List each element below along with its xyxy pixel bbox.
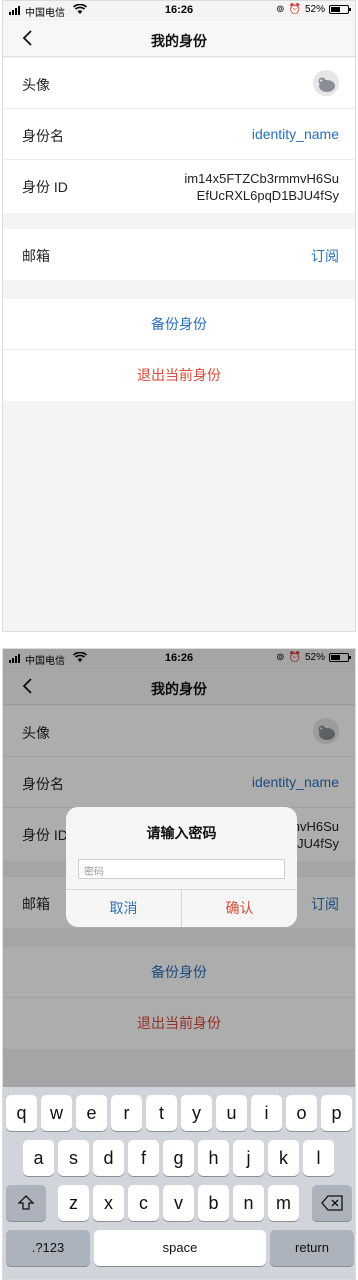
keyboard: q w e r t y u i o p a s d f g h j k l z … [3,1087,355,1279]
key-l[interactable]: l [303,1140,334,1176]
profile-screen: 中国电信 16:26 ⊚ ⏰ 52% 我的身份 头像 身份名 identity_… [2,0,356,632]
key-s[interactable]: s [58,1140,89,1176]
avatar-icon [313,70,339,96]
key-g[interactable]: g [163,1140,194,1176]
identity-name-value[interactable]: identity_name [252,126,339,142]
key-z[interactable]: z [58,1185,89,1221]
space-key[interactable]: space [94,1230,266,1266]
shift-key[interactable] [6,1185,46,1221]
shift-icon [17,1195,35,1210]
dialog-title: 请输入密码 [146,825,217,841]
backup-identity-button[interactable]: 备份身份 [3,299,355,350]
identity-id-row: 身份 ID im14x5FTZCb3rmmvH6Su EfUcRXL6pqD1B… [3,160,355,213]
key-i[interactable]: i [251,1095,282,1131]
mail-label: 邮箱 [22,248,50,264]
confirm-button[interactable]: 确认 [182,890,297,927]
key-d[interactable]: d [93,1140,124,1176]
password-dialog: 请输入密码 密码 取消 确认 [66,807,297,927]
identity-id-value: im14x5FTZCb3rmmvH6Su EfUcRXL6pqD1BJU4fSy [184,170,339,204]
key-y[interactable]: y [181,1095,212,1131]
identity-name-label: 身份名 [22,128,64,144]
key-n[interactable]: n [233,1185,264,1221]
identity-group: 头像 身份名 identity_name 身份 ID im14x5FTZCb3r… [3,58,355,213]
cancel-button[interactable]: 取消 [66,890,181,927]
identity-id-label: 身份 ID [22,179,68,195]
key-p[interactable]: p [321,1095,352,1131]
key-x[interactable]: x [93,1185,124,1221]
key-e[interactable]: e [76,1095,107,1131]
key-v[interactable]: v [163,1185,194,1221]
identity-name-row[interactable]: 身份名 identity_name [3,109,355,160]
key-m[interactable]: m [268,1185,299,1221]
page-title: 我的身份 [151,33,207,49]
numbers-key[interactable]: .?123 [6,1230,90,1266]
status-bar: 中国电信 16:26 ⊚ ⏰ 52% [3,1,355,21]
nav-bar: 我的身份 [3,21,355,57]
password-input[interactable]: 密码 [78,859,285,879]
backspace-icon [321,1195,343,1211]
key-t[interactable]: t [146,1095,177,1131]
delete-key[interactable] [312,1185,352,1221]
key-h[interactable]: h [198,1140,229,1176]
battery-icon [329,5,351,14]
password-dialog-screen: 中国电信 16:26 ⊚ ⏰ 52% 我的身份 头像 身份名 identity_… [2,648,356,1280]
identity-id-line2: EfUcRXL6pqD1BJU4fSy [196,188,339,203]
key-a[interactable]: a [23,1140,54,1176]
key-o[interactable]: o [286,1095,317,1131]
key-w[interactable]: w [41,1095,72,1131]
identity-id-line1: im14x5FTZCb3rmmvH6Su [184,171,339,186]
mail-group: 邮箱 订阅 [3,229,355,280]
key-k[interactable]: k [268,1140,299,1176]
key-r[interactable]: r [111,1095,142,1131]
alarm-icon: ⏰ [288,4,301,15]
subscribe-button[interactable]: 订阅 [311,246,339,266]
avatar-row[interactable]: 头像 [3,58,355,109]
orientation-lock-icon: ⊚ [276,4,285,15]
key-u[interactable]: u [216,1095,247,1131]
return-key[interactable]: return [270,1230,354,1266]
key-c[interactable]: c [128,1185,159,1221]
mail-row[interactable]: 邮箱 订阅 [3,229,355,280]
avatar-label: 头像 [22,77,50,93]
key-b[interactable]: b [198,1185,229,1221]
key-q[interactable]: q [6,1095,37,1131]
avatar[interactable] [313,70,339,96]
key-f[interactable]: f [128,1140,159,1176]
battery-percent: 52% [304,4,325,15]
key-j[interactable]: j [233,1140,264,1176]
logout-identity-button[interactable]: 退出当前身份 [3,350,355,401]
